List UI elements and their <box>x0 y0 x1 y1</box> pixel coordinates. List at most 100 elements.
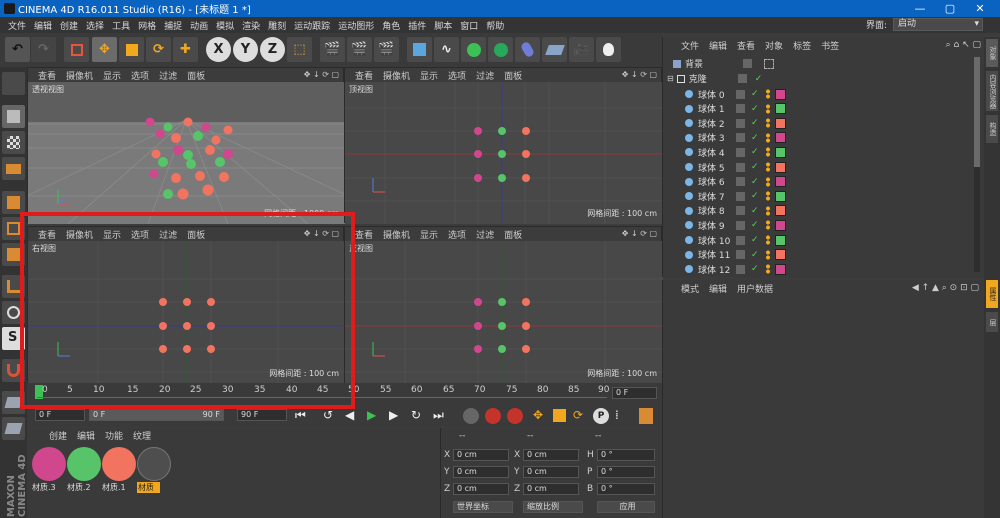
play-icon[interactable]: ▶ <box>367 408 376 422</box>
enabled-check-icon[interactable]: ✓ <box>751 206 759 216</box>
phong-tag-icon[interactable] <box>764 103 771 114</box>
visibility-toggle[interactable] <box>736 264 745 274</box>
visibility-toggle[interactable] <box>736 104 745 114</box>
menu-select[interactable]: 选择 <box>86 19 104 32</box>
tab-content-browser[interactable]: 内容浏览器 <box>986 71 998 111</box>
object-menu-file[interactable]: 文件 <box>681 39 699 52</box>
material-tag-icon[interactable] <box>774 103 786 115</box>
menu-character[interactable]: 角色 <box>382 19 400 32</box>
material-tag-icon[interactable] <box>774 132 786 144</box>
viewport-menu-options[interactable]: 选项 <box>131 69 149 82</box>
rotation-p-field[interactable]: 0 ° <box>597 466 655 478</box>
material-tag-icon[interactable] <box>774 219 786 231</box>
viewport-front[interactable]: 查看 摄像机 显示 选项 过滤 面板 ✥ ↓ ⟳ ▢ 正视图 网格间距 : 10… <box>344 226 663 384</box>
viewport-perspective[interactable]: 查看 摄像机 显示 选项 过滤 面板 ✥ ↓ ⟳ ▢ 透视视图 网格间距 : 1… <box>27 67 345 224</box>
object-row[interactable]: 球体 7 ✓ <box>663 189 973 203</box>
menu-create[interactable]: 创建 <box>60 19 78 32</box>
enabled-check-icon[interactable]: ✓ <box>755 74 763 84</box>
phong-tag-icon[interactable] <box>764 147 771 158</box>
visibility-toggle[interactable] <box>736 191 745 201</box>
material-tag-icon[interactable] <box>774 249 786 261</box>
render-picture-viewer-button[interactable]: 🎬 <box>347 37 372 62</box>
position-z-field[interactable]: 0 cm <box>453 483 509 495</box>
menu-snap[interactable]: 捕捉 <box>164 19 182 32</box>
menu-edit[interactable]: 编辑 <box>34 19 52 32</box>
viewport-menu-options[interactable]: 选项 <box>448 69 466 82</box>
object-menu-edit[interactable]: 编辑 <box>709 39 727 52</box>
viewport-menu-cameras[interactable]: 摄像机 <box>66 69 93 82</box>
enabled-check-icon[interactable]: ✓ <box>751 264 759 274</box>
object-menu-bookmarks[interactable]: 书签 <box>821 39 839 52</box>
coord-mode-select[interactable]: 世界坐标 <box>453 501 513 513</box>
enabled-check-icon[interactable]: ✓ <box>751 191 759 201</box>
visibility-toggle[interactable] <box>736 206 745 216</box>
viewport-menu-cameras[interactable]: 摄像机 <box>383 228 410 241</box>
material-swatch[interactable]: 材质.3 <box>32 447 66 492</box>
phong-tag-icon[interactable] <box>764 89 771 99</box>
material-tag-icon[interactable] <box>774 117 786 129</box>
visibility-toggle[interactable] <box>736 250 745 260</box>
viewport-menu-filter[interactable]: 过滤 <box>159 69 177 82</box>
menu-motion-tracking[interactable]: 运动跟踪 <box>294 19 330 32</box>
viewport-menu-view[interactable]: 查看 <box>355 228 373 241</box>
menu-mograph[interactable]: 运动图形 <box>338 19 374 32</box>
recent-tool-button[interactable]: ✚ <box>173 37 198 62</box>
size-x-field[interactable]: 0 cm <box>523 449 579 461</box>
tree-row-background[interactable]: 背景 <box>667 57 967 70</box>
enabled-check-icon[interactable]: ✓ <box>751 89 759 99</box>
material-menu-create[interactable]: 创建 <box>49 429 67 442</box>
viewport-menu-panel[interactable]: 面板 <box>187 69 205 82</box>
material-tag-icon[interactable] <box>774 190 786 202</box>
move-button[interactable]: ✥ <box>92 37 117 62</box>
material-tag-icon[interactable] <box>774 234 786 246</box>
minimize-button[interactable]: — <box>905 0 935 17</box>
autokey-icon[interactable] <box>507 408 523 424</box>
phong-tag-icon[interactable] <box>764 132 771 143</box>
viewport-menu-view[interactable]: 查看 <box>38 69 56 82</box>
menu-sculpt[interactable]: 雕刻 <box>268 19 286 32</box>
start-frame-field[interactable]: 0 F <box>35 409 85 421</box>
visibility-toggle[interactable] <box>736 220 745 230</box>
object-menu-objects[interactable]: 对象 <box>765 39 783 52</box>
previous-key-icon[interactable]: ↺ <box>323 408 333 422</box>
enabled-check-icon[interactable]: ✓ <box>751 162 759 172</box>
collapse-icon[interactable]: ⊟ <box>667 74 674 83</box>
visibility-toggle[interactable] <box>737 74 747 83</box>
maximize-button[interactable]: ▢ <box>935 0 965 17</box>
attribute-menu-user-data[interactable]: 用户数据 <box>737 282 773 295</box>
object-scrollbar[interactable] <box>974 57 980 272</box>
visibility-toggle[interactable] <box>736 118 745 128</box>
size-z-field[interactable]: 0 cm <box>523 483 579 495</box>
menu-file[interactable]: 文件 <box>8 19 26 32</box>
enabled-check-icon[interactable]: ✓ <box>751 118 759 128</box>
go-to-start-icon[interactable]: ⏮ <box>295 408 306 423</box>
move-key-icon[interactable]: ✥ <box>533 408 543 422</box>
attribute-menu-mode[interactable]: 模式 <box>681 282 699 295</box>
object-row[interactable]: 球体 5 ✓ <box>663 160 973 174</box>
menu-help[interactable]: 帮助 <box>486 19 504 32</box>
visibility-toggle[interactable] <box>743 59 752 68</box>
array-button[interactable] <box>488 37 513 62</box>
material-menu-texture[interactable]: 纹理 <box>133 429 151 442</box>
material-swatch[interactable]: 材质.1 <box>102 447 136 492</box>
enabled-check-icon[interactable]: ✓ <box>751 104 759 114</box>
render-view-button[interactable]: 🎬 <box>320 37 345 62</box>
light-button[interactable] <box>596 37 621 62</box>
material-tag-icon[interactable] <box>774 205 786 217</box>
locked-workplane-button[interactable] <box>2 417 25 440</box>
enabled-check-icon[interactable]: ✓ <box>751 235 759 245</box>
rotate-button[interactable]: ⟳ <box>146 37 171 62</box>
viewport-menu-filter[interactable]: 过滤 <box>476 69 494 82</box>
position-y-field[interactable]: 0 cm <box>453 466 509 478</box>
object-row[interactable]: 球体 12 ✓ <box>663 262 973 276</box>
size-mode-select[interactable]: 缩放比例 <box>523 501 583 513</box>
pla-key-icon[interactable]: ⁞ <box>615 408 619 422</box>
param-key-icon[interactable]: P <box>593 408 609 424</box>
object-row[interactable]: 球体 2 ✓ <box>663 116 973 130</box>
model-mode-button[interactable] <box>2 105 25 128</box>
apply-button[interactable]: 应用 <box>597 501 655 513</box>
y-axis-button[interactable]: Y <box>233 37 258 62</box>
menu-mesh[interactable]: 网格 <box>138 19 156 32</box>
timeline-window-icon[interactable] <box>639 408 653 424</box>
object-row[interactable]: 球体 1 ✓ <box>663 102 973 116</box>
